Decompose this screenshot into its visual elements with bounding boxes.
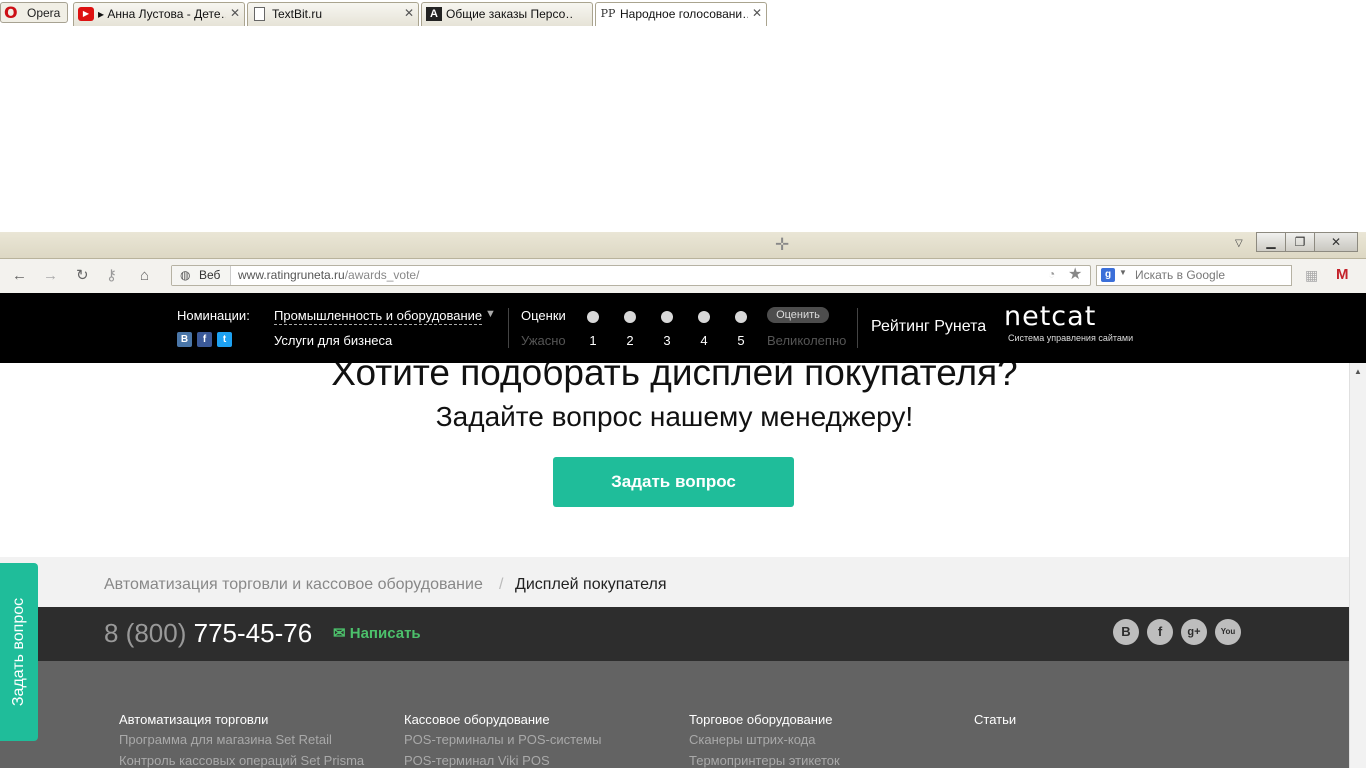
side-tab-label: Задать вопрос [10,597,27,707]
close-icon[interactable]: ✕ [752,6,762,20]
footer-contact-bar: 8 (800) 775-45-76 ✉ Написать B f g+ You [0,607,1349,661]
opera-logo-icon: O [4,3,18,22]
window-close-icon[interactable]: ✕ [1314,232,1358,252]
tab-title: Народное голосовани… [620,7,748,21]
footer-link[interactable]: POS-терминал Viki POS [404,753,550,768]
ask-question-button[interactable]: Задать вопрос [553,457,794,507]
panel-grid-icon[interactable]: ▦ [1305,267,1318,284]
rating-bar-overlay [0,293,1366,363]
write-label: Написать [349,625,421,642]
opera-label: Opera [27,6,61,20]
footer-links: Автоматизация торговли Программа для маг… [0,661,1349,768]
tab-orders[interactable]: A Общие заказы Персо… [421,2,593,26]
youtube-icon[interactable]: You [1215,619,1241,645]
phone-code: 8 (800) [104,618,187,648]
tab-title: TextBit.ru [272,7,323,21]
footer-heading[interactable]: Автоматизация торговли [119,712,268,727]
tab-title: Общие заказы Персо… [446,7,574,21]
back-icon[interactable]: ← [12,267,27,285]
envelope-icon: ✉ [333,625,346,642]
blank-area [0,0,1366,232]
forward-icon[interactable]: → [43,267,58,285]
vk-icon[interactable]: B [1113,619,1139,645]
footer-link[interactable]: Программа для магазина Set Retail [119,732,332,747]
reload-icon[interactable]: ↻ [76,267,89,285]
url-path: /awards_vote/ [344,268,420,282]
footer-link[interactable]: Термопринтеры этикеток [689,753,840,768]
google-icon: g [1101,268,1115,282]
home-icon[interactable]: ⌂ [140,267,149,285]
restore-icon[interactable]: ❐ [1285,232,1315,252]
rss-icon[interactable]: ◔ [1048,267,1055,281]
bookmark-star-icon[interactable]: ★ [1068,264,1082,284]
footer-heading[interactable]: Торговое оборудование [689,712,832,727]
youtube-icon: ▶ [78,7,94,21]
phone-digits: 775-45-76 [193,618,313,648]
address-field[interactable]: ◍ Веб www.ratingruneta.ru/awards_vote/ ◔… [171,265,1091,286]
breadcrumb: Автоматизация торговли и кассовое оборуд… [0,557,1349,607]
a-site-icon: A [426,7,442,21]
navigation-bar: ← → ↻ ⚷ ⌂ ◍ Веб www.ratingruneta.ru/awar… [0,259,1366,294]
footer-heading[interactable]: Статьи [974,712,1016,727]
minimize-icon[interactable]: ▁ [1256,232,1286,252]
page-icon [254,7,265,21]
scrollbar[interactable]: ▲ [1349,363,1366,768]
side-ask-question-tab[interactable]: Задать вопрос [0,563,38,741]
footer-link[interactable]: Сканеры штрих-кода [689,732,815,747]
url-text[interactable]: www.ratingruneta.ru/awards_vote/ [238,268,419,282]
breadcrumb-separator: / [499,576,504,593]
footer-link[interactable]: Контроль кассовых операций Set Prisma [119,753,364,768]
scroll-up-icon[interactable]: ▲ [1354,367,1362,376]
facebook-icon[interactable]: f [1147,619,1173,645]
footer-heading[interactable]: Кассовое оборудование [404,712,550,727]
phone-number[interactable]: 8 (800) 775-45-76 [104,618,312,649]
subheadline: Задайте вопрос нашему менеджеру! [435,401,914,432]
tab-textbit[interactable]: TextBit.ru ✕ [247,2,419,26]
gmail-icon[interactable]: M [1336,266,1349,283]
search-field[interactable]: g ▼ Искать в Google [1096,265,1292,286]
breadcrumb-current: Дисплей покупателя [515,576,667,593]
pp-site-icon: PP [600,7,616,20]
tab-youtube[interactable]: ▶ ▸ Анна Лустова - Дете… ✕ [73,2,245,26]
breadcrumb-parent[interactable]: Автоматизация торговли и кассовое оборуд… [104,576,483,594]
footer-link[interactable]: POS-терминалы и POS-системы [404,732,601,747]
write-link[interactable]: ✉ Написать [333,624,421,642]
close-icon[interactable]: ✕ [404,6,414,20]
close-icon[interactable]: ✕ [230,6,240,20]
opera-menu-button[interactable]: O Opera [0,2,68,23]
chevron-down-icon[interactable]: ▼ [1119,268,1127,277]
tab-voting[interactable]: PP Народное голосовани… ✕ [595,2,767,26]
globe-icon: ◍ [180,268,191,282]
new-tab-icon[interactable]: ✛ [775,235,789,255]
tab-title: ▸ Анна Лустова - Дете… [98,7,226,21]
google-plus-icon[interactable]: g+ [1181,619,1207,645]
url-domain: www.ratingruneta.ru [238,268,345,282]
key-icon[interactable]: ⚷ [106,267,117,285]
tab-list-chevron-icon[interactable]: ▽ [1235,238,1243,249]
tab-bar [0,232,1366,259]
web-button[interactable]: ◍ Веб [172,266,231,285]
search-placeholder: Искать в Google [1135,268,1226,282]
web-label: Веб [199,268,221,282]
